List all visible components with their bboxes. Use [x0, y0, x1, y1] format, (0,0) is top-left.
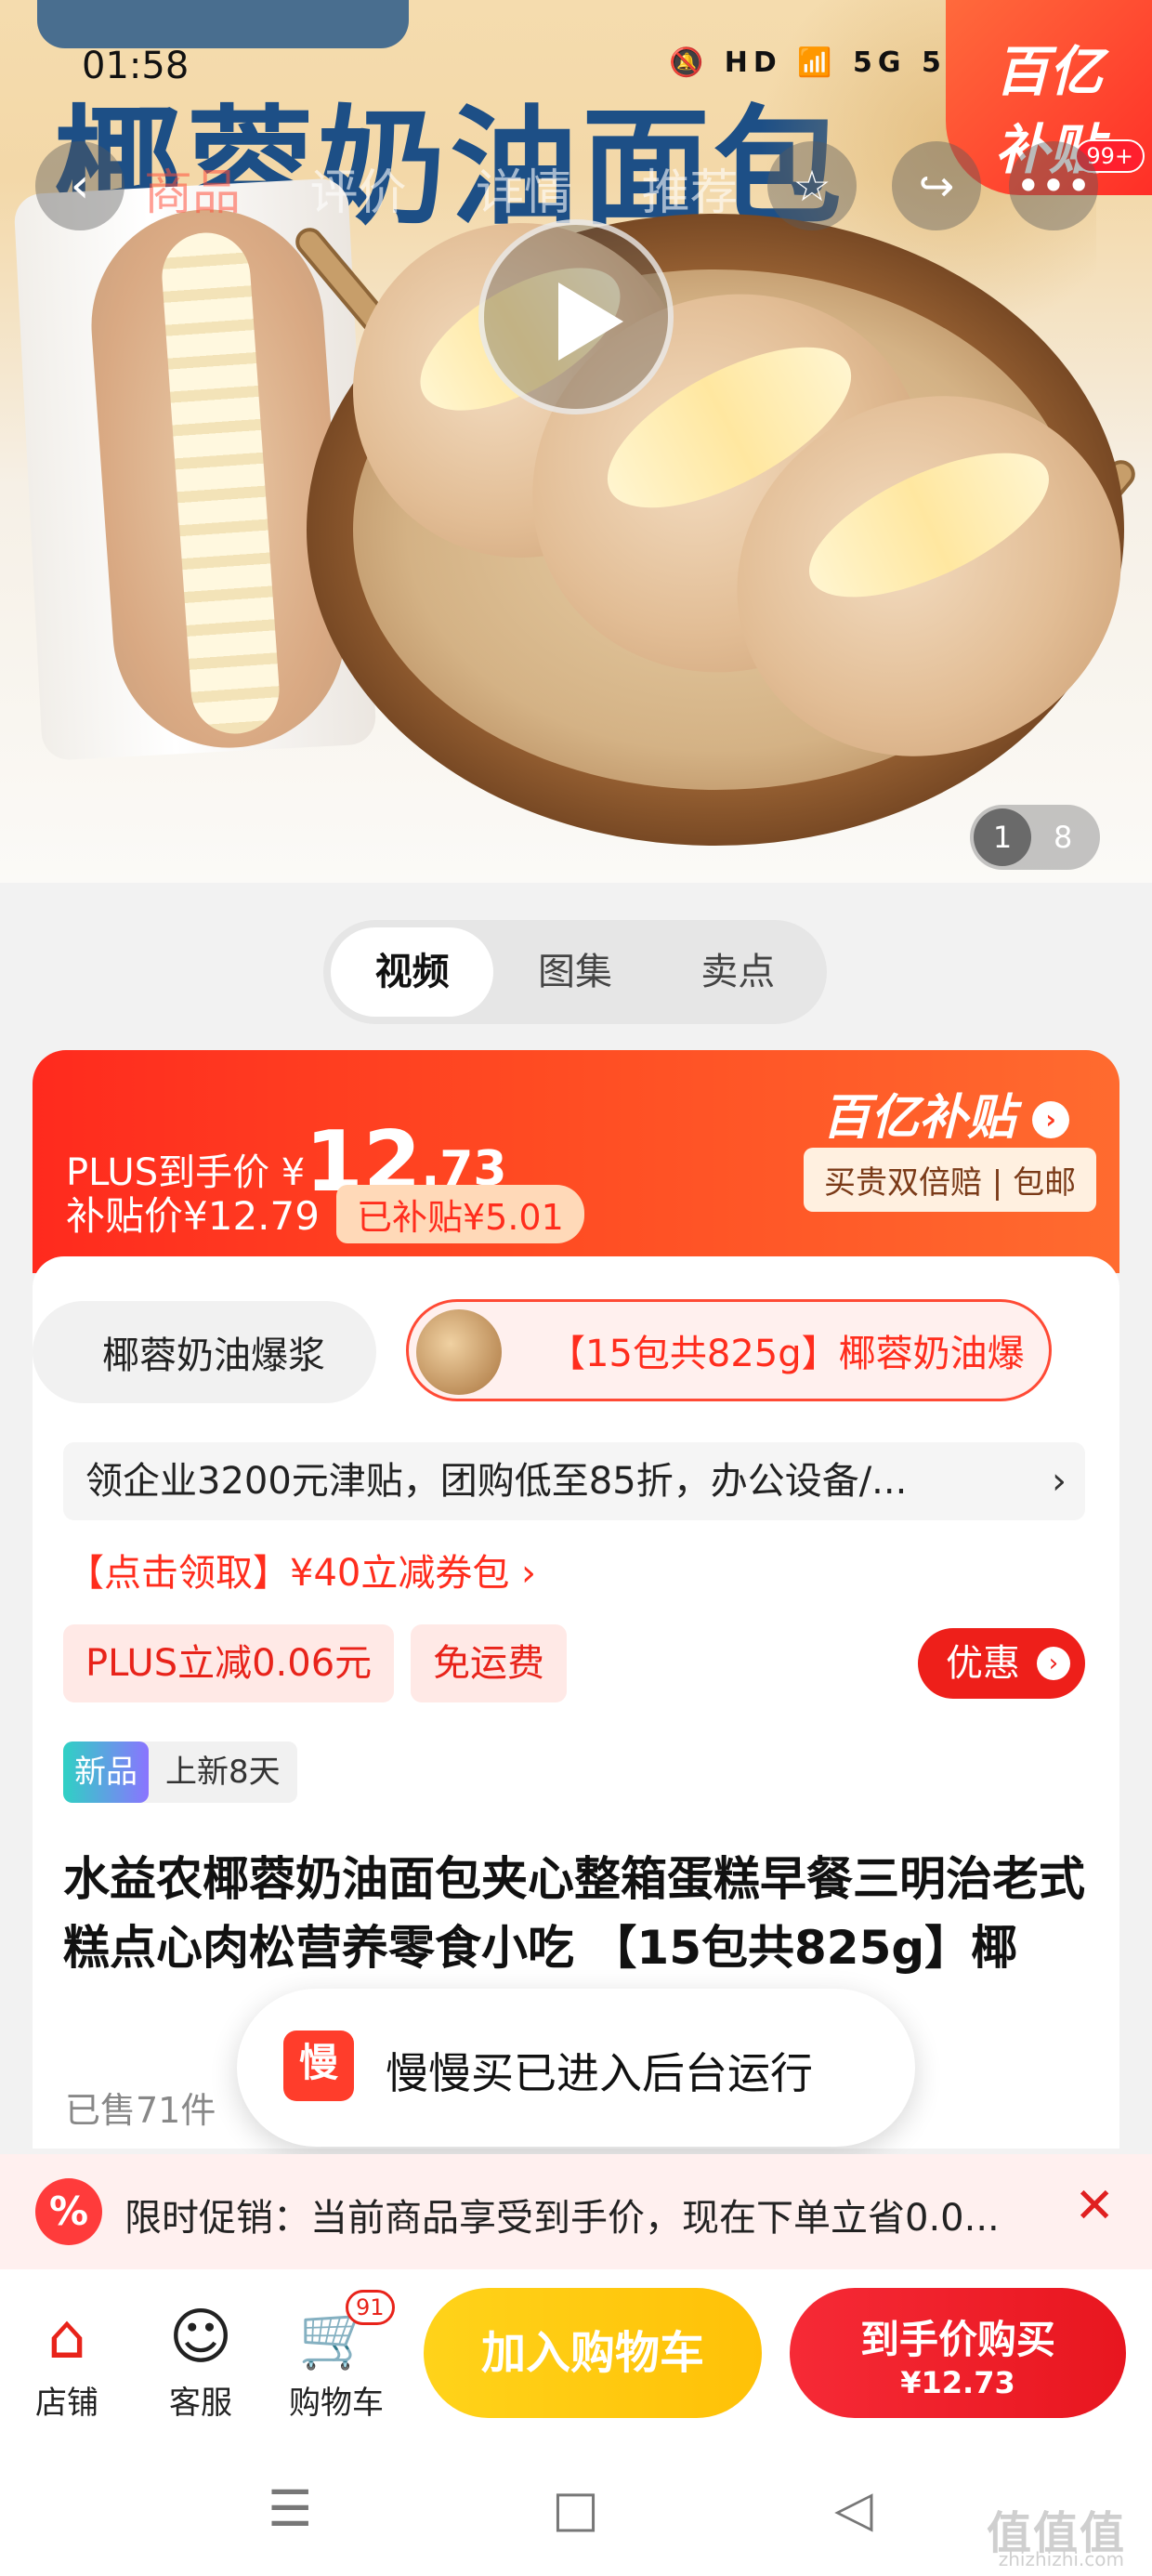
more-button[interactable]: •••: [1009, 141, 1098, 230]
badge-line1: 百亿: [994, 40, 1103, 103]
variant-option-2-selected[interactable]: 【15包共825g】椰蓉奶油爆: [406, 1299, 1052, 1401]
buy-price: ¥12.73: [900, 2365, 1015, 2400]
chevron-right-icon: ›: [1052, 1460, 1067, 1503]
background-toast: 慢 慢慢买已进入后台运行: [237, 1989, 915, 2147]
service-button[interactable]: ☺ 客服: [145, 2297, 256, 2423]
star-icon: ☆: [792, 161, 831, 211]
add-to-cart-button[interactable]: 加入购物车: [424, 2288, 762, 2418]
new-tag: 新品: [63, 1741, 149, 1803]
variant-label: 【15包共825g】椰蓉奶油爆: [548, 1333, 1025, 1375]
media-option-gallery[interactable]: 图集: [493, 927, 656, 1017]
cart-button[interactable]: 🛒 购物车 91: [281, 2290, 395, 2423]
app-logo-icon: 慢: [283, 2031, 354, 2101]
shop-icon: ⌂: [47, 2301, 86, 2372]
image-pager: 1 8: [970, 805, 1100, 870]
share-button[interactable]: ↪: [892, 141, 981, 230]
buy-label: 到手价购买: [859, 2317, 1055, 2362]
variant-thumbnail: [416, 1309, 502, 1395]
play-video-button[interactable]: [478, 219, 674, 414]
price-card: PLUS到手价 ¥12.73 补贴价¥12.79 已补贴¥5.01 百亿补贴 › …: [33, 1050, 1119, 1273]
shop-label: 店铺: [35, 2385, 98, 2422]
media-option-video[interactable]: 视频: [331, 927, 494, 1017]
service-label: 客服: [169, 2385, 232, 2422]
coupon-link[interactable]: 【点击领取】¥40立减券包 ›: [67, 1543, 536, 1597]
new-product-badge: 新品 上新8天: [63, 1741, 297, 1803]
favorite-button[interactable]: ☆: [767, 141, 857, 230]
chevron-right-icon: ›: [1037, 1647, 1070, 1680]
close-icon[interactable]: ✕: [1074, 2178, 1115, 2234]
pager-total: 8: [1054, 820, 1073, 855]
enterprise-notice[interactable]: 领企业3200元津贴，团购低至85折，办公设备/... ›: [63, 1442, 1085, 1520]
watermark-url: zhizhizhi.com: [998, 2548, 1124, 2570]
back-button[interactable]: ‹: [35, 141, 124, 230]
product-title: 水益农椰蓉奶油面包夹心整箱蛋糕早餐三明治老式糕点心肉松营养零食小吃 【15包共8…: [63, 1852, 1085, 1975]
cart-count-badge: 91: [346, 2290, 395, 2325]
tab-reviews[interactable]: 评价: [310, 165, 407, 221]
chevron-left-icon: ‹: [70, 158, 90, 214]
chat-smile-icon: ☺: [168, 2301, 233, 2372]
system-nav-bar: ☰ □ ◁: [0, 2442, 1152, 2576]
subsidy-brand-link[interactable]: 百亿补贴 ›: [822, 1078, 1070, 1148]
tab-product[interactable]: 商品: [144, 165, 241, 221]
tab-details[interactable]: 详情: [476, 165, 572, 221]
offers-label: 优惠: [946, 1642, 1020, 1685]
subsidized-tag: 已补贴¥5.01: [335, 1185, 584, 1243]
media-switch: 视频 图集 卖点: [323, 920, 827, 1024]
subsidy-price: 补贴价¥12.79 已补贴¥5.01: [66, 1185, 584, 1243]
plus-discount-tag: PLUS立减0.06元: [63, 1624, 395, 1702]
more-dots-icon: •••: [1015, 161, 1092, 211]
status-icons: 🔕 HD 📶 5G 5G: [669, 46, 975, 79]
promo-text: 限时促销：当前商品享受到手价，现在下单立省0.0...: [124, 2197, 1000, 2240]
share-icon: ↪: [918, 161, 955, 211]
menu-icon[interactable]: ☰: [268, 2479, 312, 2538]
promo-bar[interactable]: % 限时促销：当前商品享受到手价，现在下单立省0.0... ✕: [0, 2154, 1152, 2269]
shop-button[interactable]: ⌂ 店铺: [11, 2297, 123, 2423]
tab-recommend[interactable]: 推荐: [642, 165, 739, 221]
new-text: 上新8天: [165, 1754, 281, 1791]
subsidy-brand-label: 百亿补贴: [822, 1090, 1016, 1146]
status-time: 01:58: [82, 45, 190, 87]
product-hero-image[interactable]: 椰蓉奶油面包 01:58 🔕 HD 📶 5G 5G 46 百亿 补贴 99+ ‹…: [0, 0, 1152, 883]
notice-text: 领企业3200元津贴，团购低至85折，办公设备/...: [85, 1460, 908, 1503]
percent-icon: %: [35, 2178, 102, 2245]
media-option-selling-points[interactable]: 卖点: [657, 927, 819, 1017]
page-nav-tabs: 商品 评价 详情 推荐: [144, 153, 792, 223]
back-triangle-icon[interactable]: ◁: [834, 2479, 873, 2538]
variant-label: 椰蓉奶油爆浆: [102, 1334, 325, 1377]
offers-button[interactable]: 优惠 ›: [918, 1628, 1085, 1699]
buy-now-button[interactable]: 到手价购买 ¥12.73: [790, 2288, 1126, 2418]
banner-tag-decoration: [37, 0, 409, 48]
toast-message: 慢慢买已进入后台运行: [386, 2048, 813, 2098]
guarantee-label[interactable]: 买贵双倍赔 | 包邮: [804, 1148, 1097, 1212]
home-square-icon[interactable]: □: [552, 2479, 599, 2538]
cart-label: 购物车: [289, 2385, 384, 2422]
subsidy-price-label: 补贴价¥12.79: [66, 1193, 320, 1239]
variant-option-1[interactable]: 椰蓉奶油爆浆: [33, 1301, 376, 1403]
chevron-right-icon: ›: [1032, 1101, 1070, 1138]
free-shipping-tag: 免运费: [411, 1624, 567, 1702]
pager-current: 1: [974, 808, 1031, 866]
sold-count: 已售71件: [65, 2090, 216, 2131]
